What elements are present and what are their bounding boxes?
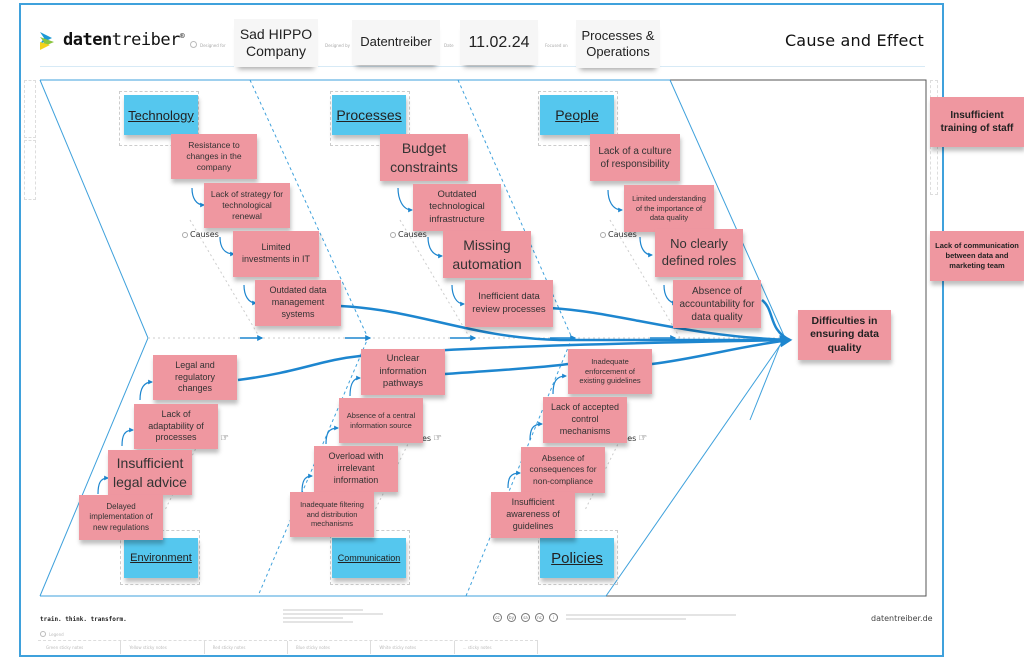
cause-note[interactable]: Insufficient legal advice: [108, 450, 192, 495]
cause-note[interactable]: Outdated technological infrastructure: [413, 184, 501, 231]
cause-link-arrow: [507, 470, 521, 489]
effect-note[interactable]: Difficulties in ensuring data quality: [798, 310, 891, 360]
legend-item: Blue sticky notes: [288, 641, 372, 654]
category-policies[interactable]: Policies: [540, 538, 614, 578]
cause-link-arrow: [451, 284, 465, 307]
info-icon: i: [549, 613, 558, 622]
category-communication[interactable]: Communication: [332, 538, 406, 578]
causes-label: Causes: [390, 230, 427, 239]
legend-item: Red sticky notes: [205, 641, 288, 654]
category-technology[interactable]: Technology: [124, 95, 198, 135]
cause-link-arrow: [139, 379, 153, 401]
cause-note[interactable]: Lack of accepted control mechanisms: [543, 397, 627, 443]
cause-note[interactable]: Outdated data management systems: [255, 280, 341, 326]
cause-note[interactable]: Absence of accountability for data quali…: [673, 280, 761, 328]
by-icon: by: [507, 613, 516, 622]
side-note[interactable]: Lack of communication between data and m…: [930, 231, 1024, 281]
cause-note[interactable]: Insufficient awareness of guidelines: [491, 492, 575, 538]
cause-note[interactable]: Limited understanding of the importance …: [624, 185, 714, 232]
cause-note[interactable]: Resistance to changes in the company: [171, 134, 257, 179]
cause-note[interactable]: Absence of a central information source: [339, 398, 423, 443]
cc-icon: cc: [493, 613, 502, 622]
cause-link-arrow: [349, 375, 361, 397]
category-processes[interactable]: Processes: [332, 95, 406, 135]
nc-icon: nc: [535, 613, 544, 622]
cause-note[interactable]: Limited investments in IT: [233, 231, 319, 277]
cause-link-arrow: [639, 236, 653, 258]
legend-item: Green sticky notes: [38, 641, 122, 654]
cause-link-arrow: [397, 187, 413, 213]
cause-note[interactable]: Inefficient data review processes: [465, 280, 553, 327]
legend-toggle[interactable]: Legend: [40, 631, 64, 637]
license-fine-print: [566, 614, 736, 620]
category-people[interactable]: People: [540, 95, 614, 135]
cause-note[interactable]: Unclear information pathways: [361, 349, 445, 395]
tagline: train. think. transform.: [40, 616, 127, 623]
cause-note[interactable]: No clearly defined roles: [655, 229, 743, 277]
cause-note[interactable]: Lack of strategy for technological renew…: [204, 183, 290, 228]
website-link[interactable]: datentreiber.de: [871, 614, 933, 623]
causes-label: Causes: [182, 230, 219, 239]
legend-item: ... sticky notes: [455, 641, 538, 654]
cause-note[interactable]: Lack of adaptability of processes: [134, 404, 218, 449]
cause-note[interactable]: Delayed implementation of new regulation…: [79, 495, 163, 540]
license-icons: cc by sa nc i: [493, 613, 558, 622]
hand-pointer-icon: ☞: [220, 433, 230, 444]
cause-note[interactable]: Budget constraints: [380, 134, 468, 181]
cause-link-arrow: [121, 427, 134, 447]
side-note[interactable]: Insufficient training of staff: [930, 97, 1024, 147]
cause-note[interactable]: Lack of a culture of responsibility: [590, 134, 680, 181]
cause-link-arrow: [219, 236, 235, 257]
connector-accountability: [761, 299, 791, 342]
cause-note[interactable]: Inadequate filtering and distribution me…: [290, 492, 374, 537]
cause-note[interactable]: Absence of consequences for non-complian…: [521, 447, 605, 493]
category-environment[interactable]: Environment: [124, 538, 198, 578]
legend-row: Green sticky notes Yellow sticky notes R…: [38, 640, 538, 654]
connector-legal-changes: [237, 338, 791, 382]
connector-unclear-pathways: [444, 362, 569, 376]
hand-pointer-icon: ☞: [638, 433, 648, 444]
hand-pointer-icon: ☞: [433, 433, 443, 444]
legend-item: Yellow sticky notes: [121, 641, 205, 654]
cause-link-arrow: [607, 189, 623, 213]
plus-icon: [40, 631, 46, 637]
cause-link-arrow: [97, 475, 109, 495]
cause-note[interactable]: Overload with irrelevant information: [314, 446, 398, 492]
cause-note[interactable]: Legal and regulatory changes: [153, 355, 237, 400]
cause-note[interactable]: Inadequate enforcement of existing guide…: [568, 349, 652, 394]
cause-note[interactable]: Missing automation: [443, 231, 531, 278]
legend-item: White sticky notes: [371, 641, 455, 654]
cause-link-arrow: [191, 187, 205, 208]
copyright-fine-print: [283, 609, 383, 623]
cause-link-arrow: [301, 473, 313, 493]
causes-label: es ☞: [422, 433, 443, 444]
cause-link-arrow: [427, 236, 443, 259]
cause-link-arrow: [529, 421, 543, 441]
sa-icon: sa: [521, 613, 530, 622]
cause-link-arrow: [325, 425, 339, 445]
